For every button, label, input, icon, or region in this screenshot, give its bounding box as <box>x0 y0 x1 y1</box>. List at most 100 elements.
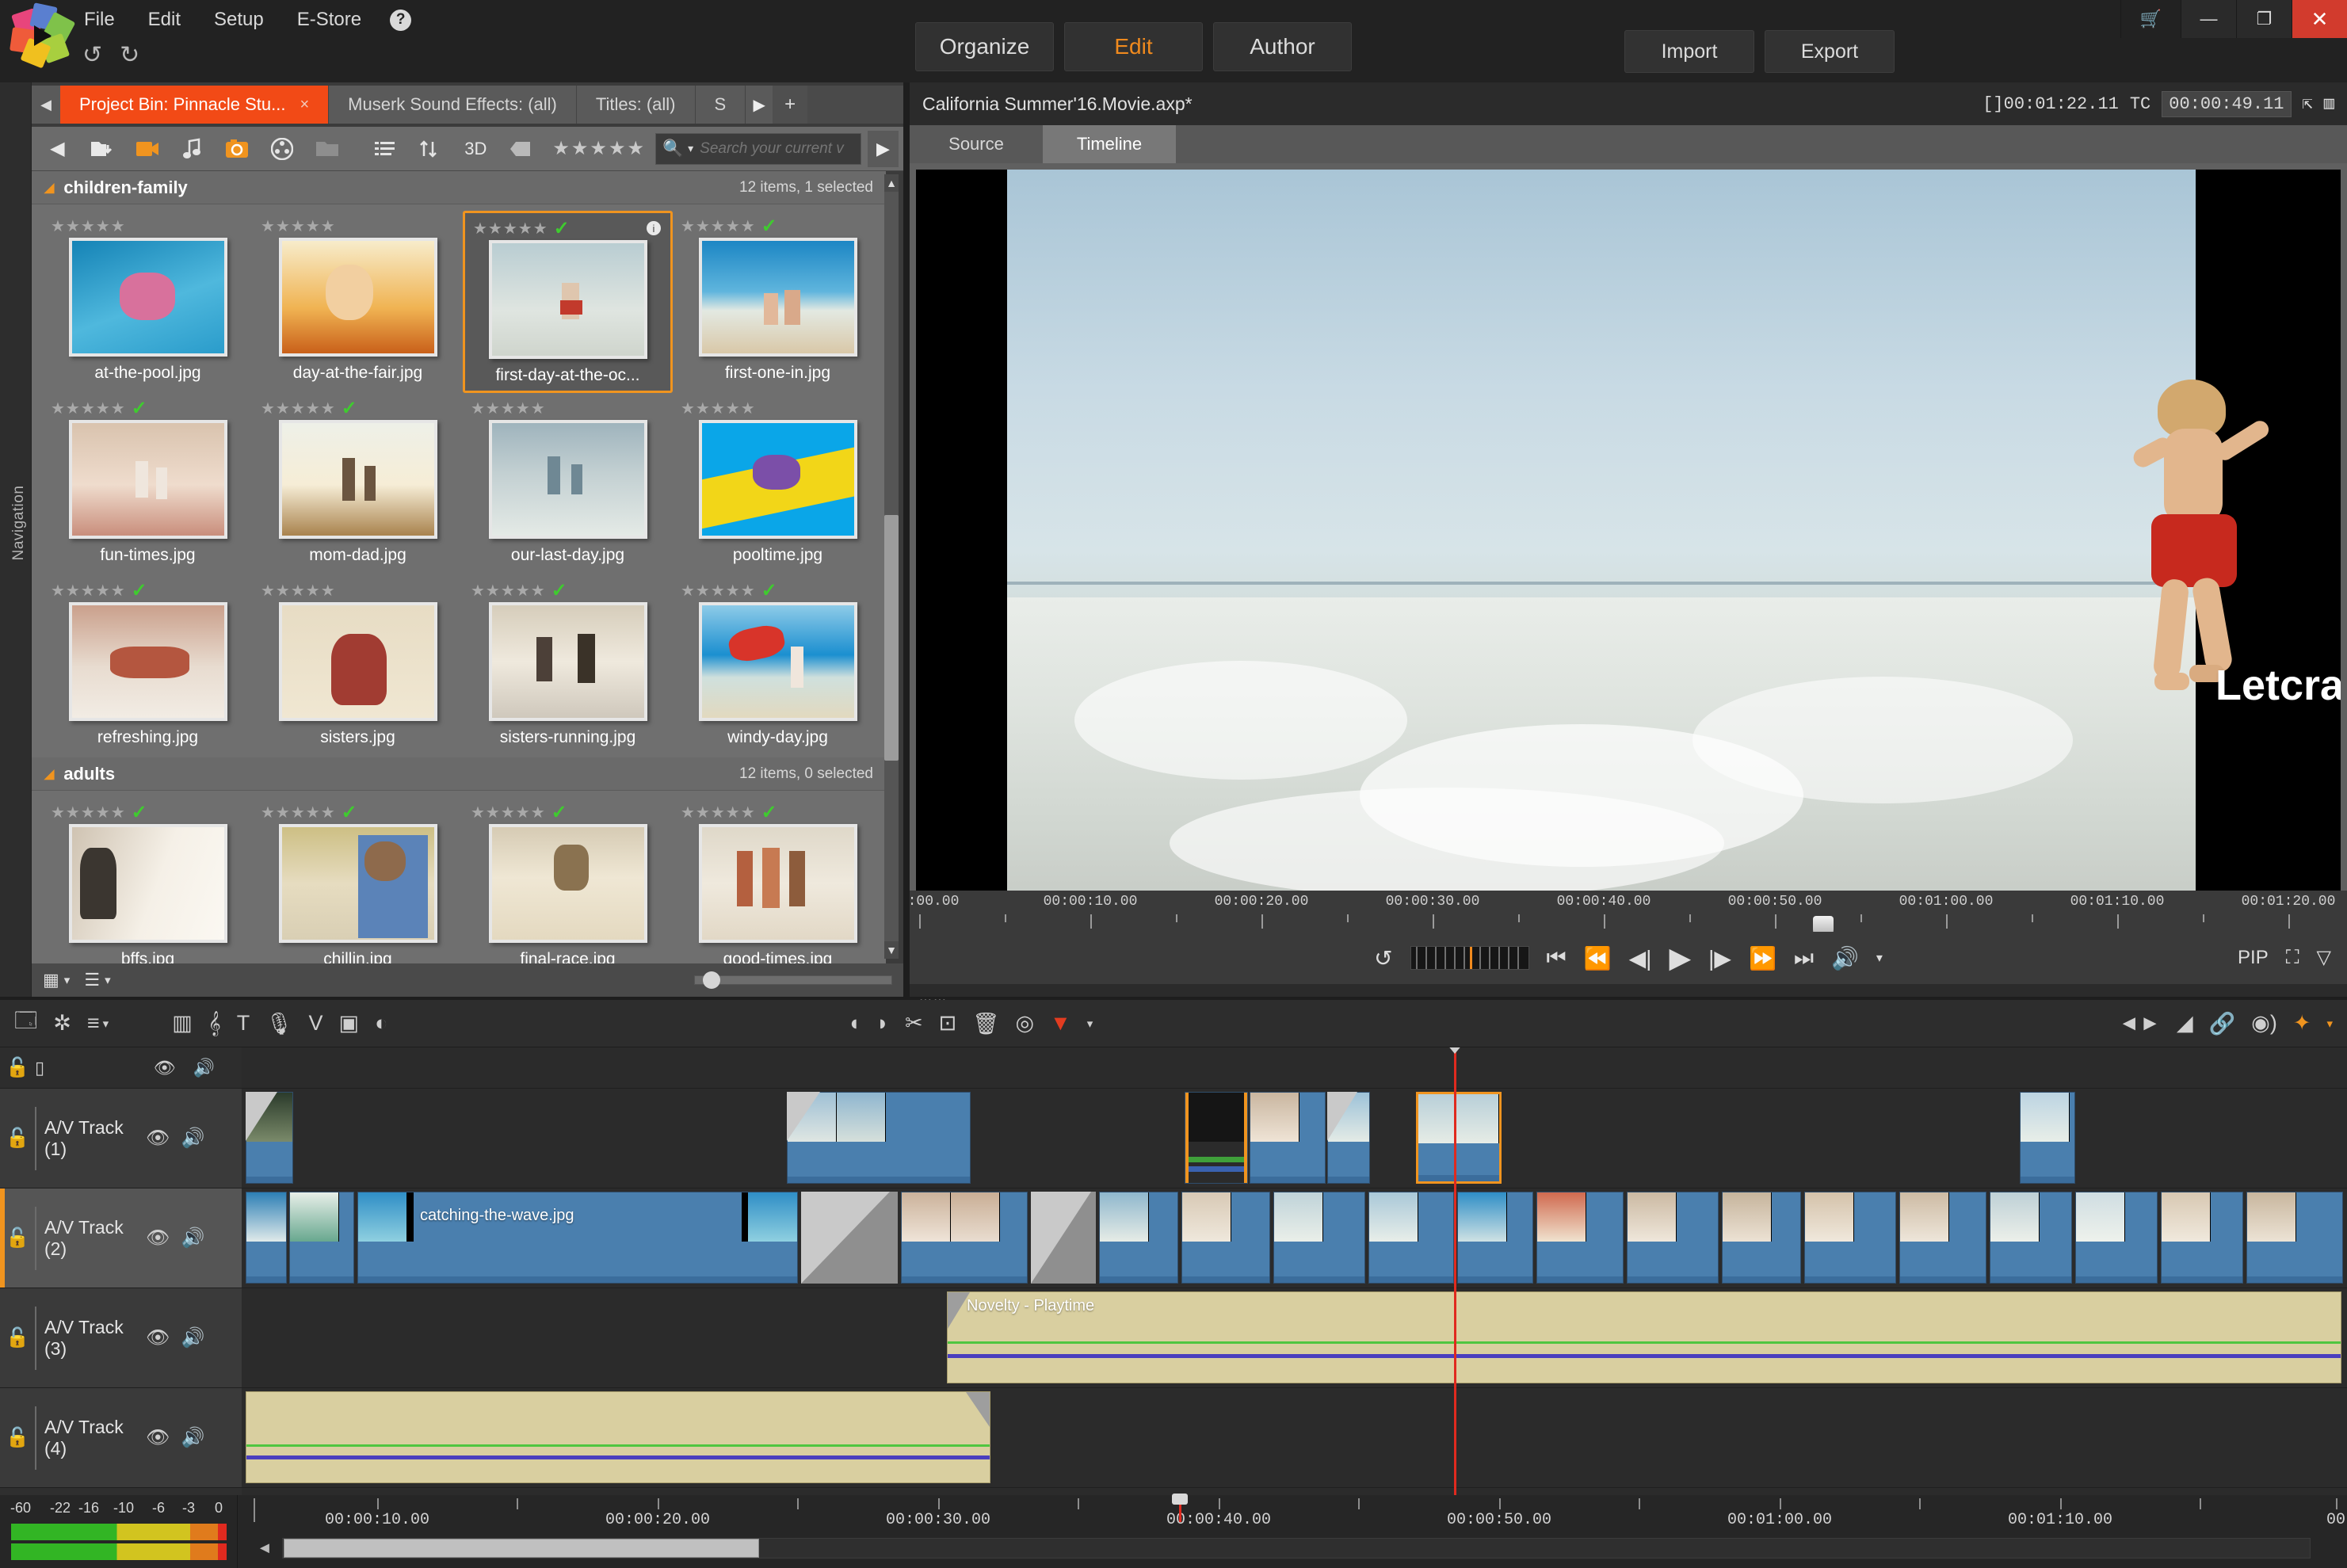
grid-view-button[interactable]: ▦ ▾ <box>43 970 70 990</box>
tab-scroll-left-icon[interactable]: ◀ <box>32 86 60 124</box>
scrub-wheel[interactable] <box>1410 946 1529 970</box>
timeline-clip[interactable] <box>1536 1192 1624 1284</box>
asset-cell[interactable]: ★★★★★ ✓ final-race.jpg <box>463 797 673 963</box>
speaker-icon[interactable]: 🔊 <box>181 1227 204 1249</box>
voice-over-icon[interactable]: 🎙 <box>265 1011 292 1036</box>
timeline-clip[interactable] <box>1368 1192 1454 1284</box>
player-ruler[interactable]: :00.00 00:00:10.00 00:00:20.00 00:00:30.… <box>908 891 2347 932</box>
mark-out-icon[interactable]: ◗ <box>876 1011 889 1036</box>
split-view-icon[interactable]: ▥ <box>2324 93 2334 114</box>
lane-track-4[interactable] <box>242 1388 2347 1488</box>
settings-gear-icon[interactable]: ✲ <box>53 1011 71 1036</box>
next-clip-button[interactable]: ⏩ <box>1749 945 1776 971</box>
asset-thumbnail[interactable] <box>488 602 647 721</box>
expand-view-icon[interactable]: ⛶ <box>2286 947 2299 969</box>
timecode-value[interactable]: 00:00:49.11 <box>2162 90 2292 117</box>
tab-muserk-sound-effects[interactable]: Muserk Sound Effects: (all) <box>329 86 577 124</box>
asset-thumbnail[interactable] <box>698 420 857 539</box>
lane-master[interactable] <box>242 1047 2347 1089</box>
mode-button-author[interactable]: Author <box>1213 22 1352 71</box>
lock-icon[interactable]: 🔓 <box>0 1426 35 1449</box>
info-icon[interactable]: i <box>647 221 661 235</box>
color-correct-icon[interactable]: ◐ <box>375 1011 387 1036</box>
timeline-clip[interactable] <box>2075 1192 2158 1284</box>
import-folder-icon[interactable] <box>82 131 124 167</box>
asset-cell-selected[interactable]: ★★★★★ ✓ i first-day-at-the-oc... <box>463 211 673 393</box>
asset-stars[interactable]: ★★★★★ <box>51 399 126 418</box>
step-forward-button[interactable]: |▶ <box>1708 945 1731 971</box>
timeline-clip[interactable] <box>1804 1192 1896 1284</box>
track-header-1[interactable]: 🔓 A/V Track (1) 👁 🔊 <box>0 1089 242 1188</box>
marker-icon[interactable]: ▼ <box>1050 1011 1071 1036</box>
search-caret-icon[interactable]: ▾ <box>688 142 693 155</box>
chroma-key-icon[interactable]: V <box>308 1011 322 1036</box>
asset-cell[interactable]: ★★★★★ ✓ fun-times.jpg <box>43 393 253 575</box>
asset-stars[interactable]: ★★★★★ <box>261 399 336 418</box>
asset-cell[interactable]: ★★★★★ sisters.jpg <box>253 575 463 757</box>
timeline-clip[interactable] <box>1099 1192 1178 1284</box>
slider-knob[interactable] <box>703 971 720 989</box>
track-header-4[interactable]: 🔓 A/V Track (4) 👁 🔊 <box>0 1388 242 1488</box>
monitor-icon[interactable]: ▯ <box>35 1058 44 1078</box>
close-button[interactable]: ✕ <box>2292 0 2347 38</box>
library-options-icon[interactable]: ▶ <box>867 130 899 167</box>
audio-clip[interactable] <box>246 1391 990 1483</box>
go-to-start-button[interactable]: ⏮ <box>1547 945 1567 971</box>
track-header-2[interactable]: 🔓 A/V Track (2) 👁 🔊 <box>0 1188 242 1288</box>
asset-cell[interactable]: ★★★★★ ✓ windy-day.jpg <box>673 575 883 757</box>
library-back-icon[interactable]: ◀ <box>36 131 78 167</box>
timeline-playhead[interactable] <box>1443 1047 1467 1495</box>
camera-icon[interactable]: ⊡ <box>939 1011 957 1036</box>
cart-icon[interactable]: 🛒 <box>2120 0 2181 38</box>
audio-caret-icon[interactable]: ▾ <box>1876 950 1883 966</box>
tab-partial[interactable]: S <box>695 86 746 124</box>
asset-stars[interactable]: ★★★★★ <box>471 803 546 822</box>
timeline-clip[interactable] <box>901 1192 1028 1284</box>
lock-icon[interactable]: 🔓 <box>0 1326 35 1349</box>
asset-stars[interactable]: ★★★★★ <box>51 216 126 236</box>
go-to-end-button[interactable]: ⏭ <box>1794 945 1814 971</box>
chevron-down-icon[interactable]: ▾ <box>105 973 111 987</box>
asset-thumbnail[interactable] <box>698 824 857 943</box>
close-icon[interactable]: × <box>300 96 309 114</box>
help-icon[interactable]: ? <box>390 9 412 31</box>
add-tab-icon[interactable]: + <box>773 86 808 124</box>
asset-thumbnail[interactable] <box>488 824 647 943</box>
effects-caret-icon[interactable]: ▾ <box>2326 1017 2333 1031</box>
step-back-button[interactable]: ◀| <box>1629 945 1652 971</box>
menu-item-edit[interactable]: Edit <box>143 7 185 32</box>
scroll-down-icon[interactable]: ▼ <box>884 941 899 959</box>
asset-thumbnail[interactable] <box>488 240 647 359</box>
asset-stars[interactable]: ★★★★★ <box>261 803 336 822</box>
folder-icon[interactable] <box>306 131 348 167</box>
chevron-down-icon[interactable]: ◢ <box>44 180 54 196</box>
transition[interactable] <box>1031 1192 1096 1284</box>
timeline-horizontal-scrollbar[interactable]: ◄ <box>249 1538 2325 1558</box>
import-button[interactable]: Import <box>1624 30 1754 73</box>
lane-track-3[interactable]: Novelty - Playtime <box>242 1288 2347 1388</box>
timeline-clip[interactable] <box>1273 1192 1365 1284</box>
asset-thumbnail[interactable] <box>278 238 437 357</box>
asset-cell[interactable]: ★★★★★ ✓ chillin.jpg <box>253 797 463 963</box>
transition[interactable] <box>787 1092 822 1184</box>
asset-cell[interactable]: ★★★★★ at-the-pool.jpg <box>43 211 253 393</box>
video-icon[interactable] <box>126 131 168 167</box>
fade-icon[interactable]: ◢ <box>2177 1011 2193 1036</box>
asset-cell[interactable]: ★★★★★ ✓ sisters-running.jpg <box>463 575 673 757</box>
speaker-icon[interactable]: 🔊 <box>181 1127 204 1150</box>
chevron-down-icon[interactable]: ◢ <box>44 766 54 782</box>
asset-cell[interactable]: ★★★★★ pooltime.jpg <box>673 393 883 575</box>
timeline-clip[interactable] <box>1250 1092 1326 1184</box>
eye-icon[interactable]: 👁 <box>146 1127 170 1150</box>
tab-project-bin[interactable]: Project Bin: Pinnacle Stu... × <box>60 86 330 124</box>
tab-scroll-right-icon[interactable]: ▶ <box>746 86 773 124</box>
tag-icon[interactable] <box>500 131 542 167</box>
asset-stars[interactable]: ★★★★★ <box>473 219 548 238</box>
timeline-clip[interactable] <box>1457 1192 1533 1284</box>
menu-item-file[interactable]: File <box>79 7 120 32</box>
fullscreen-icon[interactable]: ⇱ <box>2303 93 2313 114</box>
asset-thumbnail[interactable] <box>278 602 437 721</box>
project-bin-icon[interactable]: 🗔 <box>14 1005 37 1042</box>
timeline-clip-title[interactable] <box>1185 1092 1248 1184</box>
timeline-clip[interactable] <box>2020 1092 2075 1184</box>
